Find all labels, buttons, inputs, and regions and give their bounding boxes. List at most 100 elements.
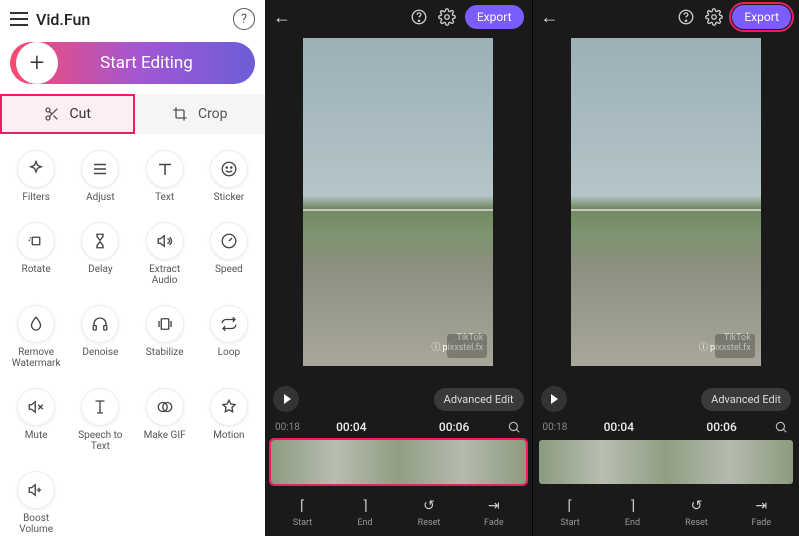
start-editing-label: Start Editing xyxy=(58,53,255,73)
help-icon[interactable]: ? xyxy=(233,8,255,30)
help-icon[interactable] xyxy=(409,7,429,27)
bracket-left-icon: ⌈ xyxy=(294,497,312,515)
tool-make-gif[interactable]: Make GIF xyxy=(133,382,197,459)
advanced-edit-button[interactable]: Advanced Edit xyxy=(434,388,524,411)
bracket-right-icon: ⌉ xyxy=(356,497,374,515)
stabilize-icon xyxy=(146,305,184,343)
video-preview[interactable]: TikTokⓘ pixxstel.fx xyxy=(265,34,532,382)
tool-label: Stabilize xyxy=(146,347,184,359)
tool-speech-to-text[interactable]: Speech to Text xyxy=(68,382,132,459)
loop-icon xyxy=(210,305,248,343)
pane-header: ← Export xyxy=(265,0,532,34)
trim-reset-button[interactable]: ↺Reset xyxy=(685,497,708,528)
export-button[interactable]: Export xyxy=(465,5,524,29)
time-marker: 00:04 xyxy=(604,420,634,434)
trim-end-button[interactable]: ⌉End xyxy=(356,497,374,528)
settings-icon[interactable] xyxy=(704,7,724,27)
play-icon xyxy=(551,394,558,404)
watermark: TikTokⓘ pixxstel.fx xyxy=(699,334,751,354)
export-button[interactable]: Export xyxy=(732,5,791,29)
tool-remove-watermark[interactable]: Remove Watermark xyxy=(4,299,68,376)
volume-up-icon xyxy=(17,471,55,509)
sparkle-icon xyxy=(17,150,55,188)
audio-out-icon xyxy=(146,222,184,260)
trim-start-button[interactable]: ⌈Start xyxy=(560,497,579,528)
tool-boost-volume[interactable]: Boost Volume xyxy=(4,465,68,542)
watermark: TikTokⓘ pixxstel.fx xyxy=(431,334,483,354)
trim-controls: ⌈Start ⌉End ↺Reset ⇥Fade xyxy=(265,488,532,536)
transcript-icon xyxy=(81,388,119,426)
text-icon xyxy=(146,150,184,188)
tool-speed[interactable]: Speed xyxy=(197,216,261,293)
tool-label: Loop xyxy=(218,347,240,359)
time-row: 00:18 00:0400:06 xyxy=(533,416,799,438)
tool-sticker[interactable]: Sticker xyxy=(197,144,261,210)
tab-crop[interactable]: Crop xyxy=(135,94,266,134)
left-panel: Vid.Fun ? + Start Editing Cut Crop Filte… xyxy=(0,0,265,536)
playback-row: Advanced Edit xyxy=(265,382,532,416)
tool-label: Sticker xyxy=(214,192,245,204)
tool-mute[interactable]: Mute xyxy=(4,382,68,459)
tool-motion[interactable]: Motion xyxy=(197,382,261,459)
trim-reset-button[interactable]: ↺Reset xyxy=(418,497,441,528)
droplet-icon xyxy=(17,305,55,343)
tool-adjust[interactable]: Adjust xyxy=(68,144,132,210)
time-marker: 00:06 xyxy=(439,420,469,434)
time-marker: 00:04 xyxy=(336,420,366,434)
tool-filters[interactable]: Filters xyxy=(4,144,68,210)
trim-fade-button[interactable]: ⇥Fade xyxy=(484,497,504,528)
tool-extract-audio[interactable]: Extract Audio xyxy=(133,216,197,293)
tool-label: Make GIF xyxy=(144,430,186,442)
preview-frame: TikTokⓘ pixxstel.fx xyxy=(571,38,761,366)
zoom-icon[interactable] xyxy=(773,419,789,435)
back-arrow-icon[interactable]: ← xyxy=(273,7,291,28)
tool-rotate[interactable]: Rotate xyxy=(4,216,68,293)
play-button[interactable] xyxy=(541,386,567,412)
tool-stabilize[interactable]: Stabilize xyxy=(133,299,197,376)
app-title: Vid.Fun xyxy=(36,10,225,29)
tool-label: Speed xyxy=(215,264,243,276)
gif-icon xyxy=(146,388,184,426)
playback-row: Advanced Edit xyxy=(533,382,799,416)
pane-header: ← Export xyxy=(533,0,799,34)
tool-label: Boost Volume xyxy=(7,513,65,536)
tool-label: Denoise xyxy=(82,347,118,359)
editor-pane-left: ← Export TikTokⓘ pixxstel.fx Advanced Ed… xyxy=(265,0,532,536)
tab-cut[interactable]: Cut xyxy=(0,94,135,134)
undo-icon: ↺ xyxy=(420,497,438,515)
smile-icon xyxy=(210,150,248,188)
tool-loop[interactable]: Loop xyxy=(197,299,261,376)
video-preview[interactable]: TikTokⓘ pixxstel.fx xyxy=(533,34,799,382)
trim-fade-button[interactable]: ⇥Fade xyxy=(752,497,772,528)
tool-label: Speech to Text xyxy=(71,430,129,453)
tool-delay[interactable]: Delay xyxy=(68,216,132,293)
tool-label: Text xyxy=(155,192,174,204)
mute-icon xyxy=(17,388,55,426)
advanced-edit-button[interactable]: Advanced Edit xyxy=(701,388,791,411)
hourglass-icon xyxy=(81,222,119,260)
bracket-left-icon: ⌈ xyxy=(561,497,579,515)
tool-text[interactable]: Text xyxy=(133,144,197,210)
tool-label: Delay xyxy=(88,264,112,276)
star-icon xyxy=(210,388,248,426)
undo-icon: ↺ xyxy=(688,497,706,515)
editor-area: ← Export TikTokⓘ pixxstel.fx Advanced Ed… xyxy=(265,0,799,536)
timeline[interactable] xyxy=(539,440,794,484)
timeline[interactable] xyxy=(271,440,526,484)
settings-icon[interactable] xyxy=(437,7,457,27)
scissors-icon xyxy=(44,106,60,122)
duration-label: 00:18 xyxy=(543,422,568,433)
menu-icon[interactable] xyxy=(10,12,28,26)
start-editing-button[interactable]: + Start Editing xyxy=(10,42,255,84)
play-button[interactable] xyxy=(273,386,299,412)
tool-grid: Filters Adjust Text Sticker Rotate Delay… xyxy=(0,134,265,552)
back-arrow-icon[interactable]: ← xyxy=(541,7,559,28)
tool-denoise[interactable]: Denoise xyxy=(68,299,132,376)
trim-start-button[interactable]: ⌈Start xyxy=(293,497,312,528)
zoom-icon[interactable] xyxy=(506,419,522,435)
tool-label: Mute xyxy=(25,430,48,442)
help-icon[interactable] xyxy=(676,7,696,27)
tab-cut-label: Cut xyxy=(70,106,91,122)
editor-pane-right: ← Export TikTokⓘ pixxstel.fx Advanced Ed… xyxy=(532,0,799,536)
trim-end-button[interactable]: ⌉End xyxy=(623,497,641,528)
